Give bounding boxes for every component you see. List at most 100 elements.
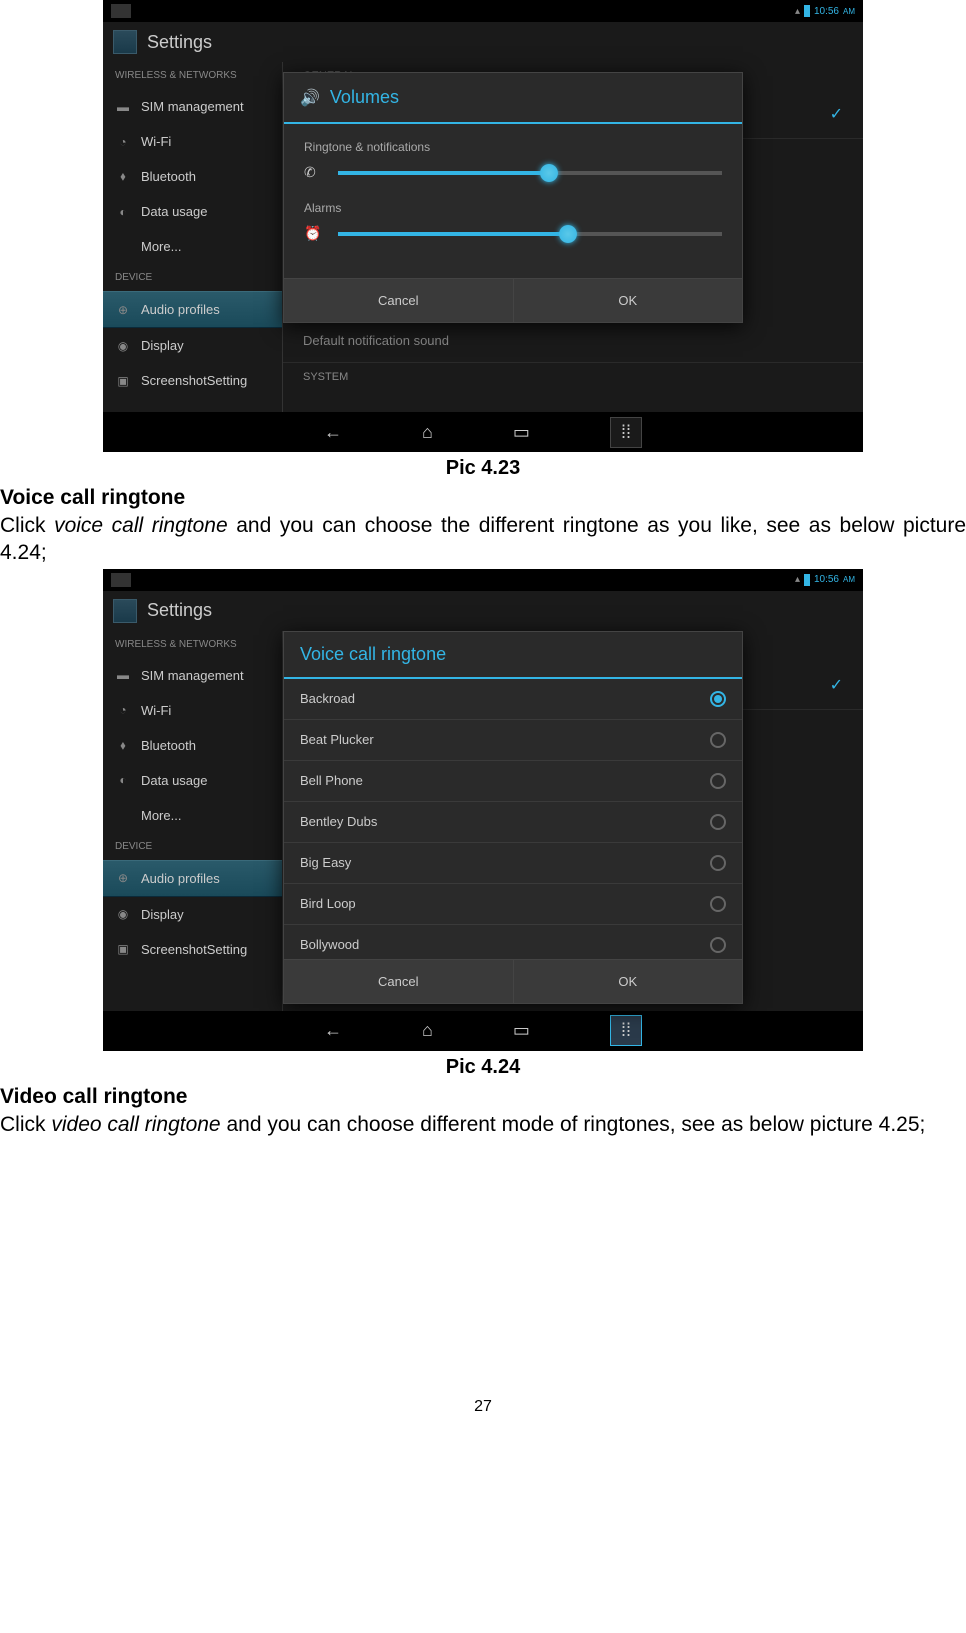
radio-icon[interactable] [710,896,726,912]
signal-icon: ▴ [795,6,800,17]
slider-thumb[interactable] [559,225,577,243]
sidebar-item-more[interactable]: More... [103,798,282,833]
sidebar-item-display[interactable]: ◉Display [103,897,282,932]
slider-thumb[interactable] [540,164,558,182]
sidebar-item-data[interactable]: ◐Data usage [103,194,282,229]
dialog-title: Voice call ringtone [300,644,446,665]
dialog-header: Voice call ringtone [284,632,742,679]
ringtone-name: Bell Phone [300,773,363,788]
settings-icon [113,599,137,623]
home-icon[interactable]: ⌂ [422,422,433,443]
content-area: WIRELESS & NETWORKS ▬SIM management ◔Wi-… [103,62,863,412]
status-time: 10:56 [814,6,839,17]
dialog-header: 🔊 Volumes [284,73,742,124]
sidebar-item-sim[interactable]: ▬SIM management [103,89,282,124]
ringtone-item[interactable]: Big Easy [284,843,742,884]
recent-icon[interactable]: ▭ [513,422,530,443]
dialog-buttons: Cancel OK [284,959,742,1003]
dialog-overlay: Voice call ringtone Backroad Beat Plucker… [283,631,863,1011]
screenshot-icon: ▣ [115,374,131,388]
app-header: Settings [103,22,863,62]
sidebar-item-bluetooth[interactable]: ⬧Bluetooth [103,728,282,763]
slider-track[interactable] [338,171,722,175]
status-left-indicator [111,4,131,18]
status-ampm: AM [843,7,855,16]
screenshot-icon: ▣ [115,942,131,956]
sidebar: WIRELESS & NETWORKS ▬SIM management ◔Wi-… [103,62,283,412]
section-wireless: WIRELESS & NETWORKS [103,631,282,658]
sidebar-item-wifi[interactable]: ◔Wi-Fi [103,124,282,159]
radio-icon[interactable] [710,691,726,707]
section-wireless: WIRELESS & NETWORKS [103,62,282,89]
ringtone-item[interactable]: Bollywood [284,925,742,959]
ringtone-name: Backroad [300,691,355,706]
app-title: Settings [147,32,212,53]
speaker-icon: 🔊 [300,88,320,108]
display-icon: ◉ [115,339,131,353]
ringtone-name: Bird Loop [300,896,356,911]
sidebar-item-screenshot[interactable]: ▣ScreenshotSetting [103,932,282,967]
slider-track[interactable] [338,232,722,236]
ok-button[interactable]: OK [514,279,743,322]
slider-label-alarms: Alarms [304,201,722,215]
dialog-body: Ringtone & notifications ✆ Alarms ⏰ [284,124,742,278]
radio-icon[interactable] [710,937,726,953]
text-voice-call: Click voice call ringtone and you can ch… [0,512,966,567]
sidebar-item-screenshot[interactable]: ▣ScreenshotSetting [103,363,282,398]
section-device: DEVICE [103,833,282,860]
wifi-icon: ◔ [115,703,131,717]
sidebar-item-wifi[interactable]: ◔Wi-Fi [103,693,282,728]
sidebar-item-display[interactable]: ◉Display [103,328,282,363]
status-bar: ▴ 10:56 AM [103,569,863,591]
sidebar-item-audio[interactable]: ⊕Audio profiles [103,291,282,328]
sidebar: WIRELESS & NETWORKS ▬SIM management ◔Wi-… [103,631,283,1011]
ringtone-item[interactable]: Bird Loop [284,884,742,925]
more-icon [115,240,131,254]
back-icon[interactable]: ← [324,1020,342,1041]
sidebar-item-sim[interactable]: ▬SIM management [103,658,282,693]
ringtone-item[interactable]: Beat Plucker [284,720,742,761]
settings-icon [113,30,137,54]
display-icon: ◉ [115,907,131,921]
heading-voice-call: Voice call ringtone [0,486,966,510]
cancel-button[interactable]: Cancel [284,279,514,322]
back-icon[interactable]: ← [324,422,342,443]
ok-button[interactable]: OK [514,960,743,1003]
ringtone-item[interactable]: Bell Phone [284,761,742,802]
capture-icon[interactable]: ⁞⁞ [610,1015,642,1046]
capture-icon[interactable]: ⁞⁞ [610,417,642,448]
cancel-button[interactable]: Cancel [284,960,514,1003]
radio-icon[interactable] [710,773,726,789]
nav-bar: ← ⌂ ▭ ⁞⁞ [103,1011,863,1051]
screenshot-pic-4-24: ▴ 10:56 AM Settings WIRELESS & NETWORKS … [103,569,863,1051]
sim-icon: ▬ [115,668,131,682]
home-icon[interactable]: ⌂ [422,1020,433,1041]
screenshot-pic-4-23: ▴ 10:56 AM Settings WIRELESS & NETWORKS … [103,0,863,452]
audio-icon: ⊕ [115,303,131,317]
status-left-indicator [111,573,131,587]
radio-icon[interactable] [710,855,726,871]
bluetooth-icon: ⬧ [115,170,131,184]
caption-pic-423: Pic 4.23 [0,457,966,480]
battery-icon [804,574,810,586]
phone-icon: ✆ [304,164,324,181]
radio-icon[interactable] [710,732,726,748]
wifi-icon: ◔ [115,135,131,149]
slider-alarms[interactable]: ⏰ [304,225,722,242]
data-usage-icon: ◐ [115,773,131,787]
app-header: Settings [103,591,863,631]
sidebar-item-data[interactable]: ◐Data usage [103,763,282,798]
ringtone-item[interactable]: Bentley Dubs [284,802,742,843]
app-title: Settings [147,600,212,621]
sidebar-item-audio[interactable]: ⊕Audio profiles [103,860,282,897]
slider-ringtone[interactable]: ✆ [304,164,722,181]
sidebar-item-bluetooth[interactable]: ⬧Bluetooth [103,159,282,194]
sidebar-item-more[interactable]: More... [103,229,282,264]
signal-icon: ▴ [795,574,800,585]
recent-icon[interactable]: ▭ [513,1020,530,1041]
ringtone-name: Beat Plucker [300,732,374,747]
ringtone-item[interactable]: Backroad [284,679,742,720]
alarm-icon: ⏰ [304,225,324,242]
radio-icon[interactable] [710,814,726,830]
battery-icon [804,5,810,17]
